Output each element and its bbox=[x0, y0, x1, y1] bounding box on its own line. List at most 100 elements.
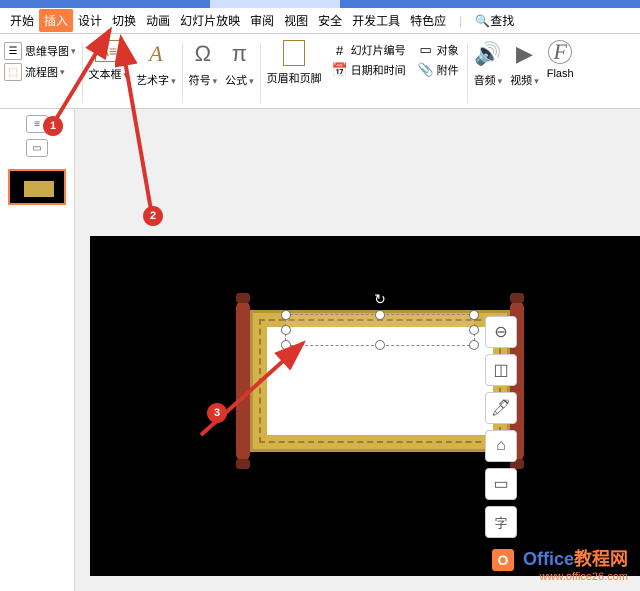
rotate-handle-icon[interactable]: ↻ bbox=[374, 291, 386, 308]
object-icon: ▭ bbox=[418, 42, 434, 58]
resize-handle[interactable] bbox=[281, 340, 291, 350]
resize-handle[interactable] bbox=[469, 310, 479, 320]
resize-handle[interactable] bbox=[375, 310, 385, 320]
tab-review[interactable]: 审阅 bbox=[245, 9, 279, 32]
window-title-bar bbox=[0, 0, 640, 8]
chevron-down-icon: ▾ bbox=[213, 76, 218, 86]
header-footer-button[interactable]: 页眉和页脚 bbox=[263, 38, 326, 88]
float-tool-home[interactable]: ⌂ bbox=[485, 430, 517, 462]
slide-panel: ≡ ▭ bbox=[0, 109, 75, 591]
object-button[interactable]: ▭对象 bbox=[418, 42, 459, 58]
chevron-down-icon: ▾ bbox=[534, 76, 539, 86]
wordart-button[interactable]: A 艺术字▾ bbox=[132, 38, 180, 90]
datetime-button[interactable]: 📅日期和时间 bbox=[332, 62, 406, 78]
tab-view[interactable]: 视图 bbox=[279, 9, 313, 32]
chevron-down-icon: ▾ bbox=[171, 76, 176, 86]
annotation-number-3: 3 bbox=[207, 403, 227, 423]
tab-devtools[interactable]: 开发工具 bbox=[347, 9, 405, 32]
header-footer-icon bbox=[283, 40, 305, 66]
formula-button[interactable]: π 公式▾ bbox=[221, 38, 258, 90]
flowchart-button[interactable]: ⬚ 流程图 ▾ bbox=[4, 63, 76, 81]
tab-separator: | bbox=[459, 14, 462, 28]
mindmap-button[interactable]: ☰ 思维导图 ▾ bbox=[4, 42, 76, 60]
tab-special[interactable]: 特色应 bbox=[405, 9, 451, 32]
tab-animation[interactable]: 动画 bbox=[141, 9, 175, 32]
content-area: ≡ ▭ ↻ bbox=[0, 109, 640, 591]
search-icon[interactable]: 🔍 bbox=[475, 14, 490, 28]
video-icon: ▶ bbox=[510, 40, 538, 68]
video-button[interactable]: ▶ 视频▾ bbox=[506, 38, 543, 90]
mindmap-icon: ☰ bbox=[4, 42, 22, 60]
attachment-label: 附件 bbox=[437, 62, 459, 78]
chevron-down-icon: ▾ bbox=[249, 76, 254, 86]
annotation-number-1: 1 bbox=[43, 116, 63, 136]
symbol-button[interactable]: Ω 符号▾ bbox=[185, 38, 222, 90]
ribbon: ☰ 思维导图 ▾ ⬚ 流程图 ▾ A≡ 文本框▾ A 艺术字▾ Ω 符号▾ π … bbox=[0, 34, 640, 109]
slide-canvas[interactable]: ↻ ⊖ ◫ 🖊 ⌂ ▭ 字 bbox=[90, 236, 640, 576]
tab-start[interactable]: 开始 bbox=[5, 9, 39, 32]
ribbon-left-group: ☰ 思维导图 ▾ ⬚ 流程图 ▾ bbox=[0, 38, 80, 85]
resize-handle[interactable] bbox=[281, 325, 291, 335]
annotation-number-2: 2 bbox=[143, 206, 163, 226]
watermark-icon: O bbox=[492, 549, 514, 571]
flowchart-label: 流程图 bbox=[25, 64, 58, 80]
textbox-icon: A≡ bbox=[95, 40, 121, 62]
wordart-label: 艺术字 bbox=[136, 75, 169, 87]
chevron-down-icon: ▾ bbox=[498, 76, 503, 86]
audio-icon: 🔊 bbox=[474, 40, 502, 68]
object-label: 对象 bbox=[437, 42, 459, 58]
resize-handle[interactable] bbox=[469, 340, 479, 350]
float-tool-pen[interactable]: 🖊 bbox=[485, 392, 517, 424]
watermark-title-b: 教程网 bbox=[574, 549, 628, 569]
tab-design[interactable]: 设计 bbox=[73, 9, 107, 32]
wordart-icon: A bbox=[142, 40, 170, 68]
float-tool-minus[interactable]: ⊖ bbox=[485, 316, 517, 348]
scroll-rod-left bbox=[236, 301, 250, 461]
tab-insert[interactable]: 插入 bbox=[39, 9, 73, 32]
resize-handle[interactable] bbox=[469, 325, 479, 335]
video-label: 视频 bbox=[510, 75, 532, 87]
textbox-button[interactable]: A≡ 文本框▾ bbox=[85, 38, 133, 84]
audio-button[interactable]: 🔊 音频▾ bbox=[470, 38, 507, 90]
ribbon-separator bbox=[260, 43, 261, 103]
selected-textbox[interactable]: ↻ bbox=[285, 314, 475, 346]
slide-number-button[interactable]: #幻灯片编号 bbox=[332, 42, 406, 58]
resize-handle[interactable] bbox=[375, 340, 385, 350]
slide-number-icon: # bbox=[332, 42, 348, 58]
audio-label: 音频 bbox=[474, 75, 496, 87]
search-label[interactable]: 查找 bbox=[490, 12, 514, 29]
title-seg bbox=[340, 0, 640, 8]
thumbnail-tab[interactable]: ▭ bbox=[26, 139, 48, 157]
float-tool-text[interactable]: 字 bbox=[485, 506, 517, 538]
formula-icon: π bbox=[225, 40, 253, 68]
watermark-title-a: Office bbox=[523, 549, 574, 569]
flash-icon: F bbox=[548, 40, 572, 64]
tab-security[interactable]: 安全 bbox=[313, 9, 347, 32]
chevron-down-icon: ▾ bbox=[60, 67, 65, 78]
flash-button[interactable]: F Flash bbox=[543, 38, 578, 82]
tab-transition[interactable]: 切换 bbox=[107, 9, 141, 32]
title-seg bbox=[0, 0, 210, 8]
datetime-label: 日期和时间 bbox=[351, 62, 406, 78]
textbox-label: 文本框 bbox=[89, 69, 122, 81]
floating-toolbar: ⊖ ◫ 🖊 ⌂ ▭ 字 bbox=[485, 316, 517, 538]
ribbon-separator bbox=[467, 43, 468, 103]
tab-slideshow[interactable]: 幻灯片放映 bbox=[175, 9, 245, 32]
resize-handle[interactable] bbox=[281, 310, 291, 320]
ribbon-separator bbox=[182, 43, 183, 103]
flowchart-icon: ⬚ bbox=[4, 63, 22, 81]
header-footer-label: 页眉和页脚 bbox=[267, 70, 322, 86]
symbol-icon: Ω bbox=[189, 40, 217, 68]
attachment-button[interactable]: 📎附件 bbox=[418, 62, 459, 78]
watermark-url: www.office26.com bbox=[492, 571, 628, 583]
float-tool-rect[interactable]: ▭ bbox=[485, 468, 517, 500]
symbol-label: 符号 bbox=[189, 75, 211, 87]
chevron-down-icon: ▾ bbox=[71, 46, 76, 57]
slide-thumbnail[interactable] bbox=[8, 169, 66, 205]
calendar-icon: 📅 bbox=[332, 62, 348, 78]
slide-editor[interactable]: ↻ ⊖ ◫ 🖊 ⌂ ▭ 字 bbox=[75, 109, 640, 591]
ribbon-separator bbox=[82, 43, 83, 103]
float-tool-layers[interactable]: ◫ bbox=[485, 354, 517, 386]
mindmap-label: 思维导图 bbox=[25, 43, 69, 59]
slide-number-label: 幻灯片编号 bbox=[351, 42, 406, 58]
